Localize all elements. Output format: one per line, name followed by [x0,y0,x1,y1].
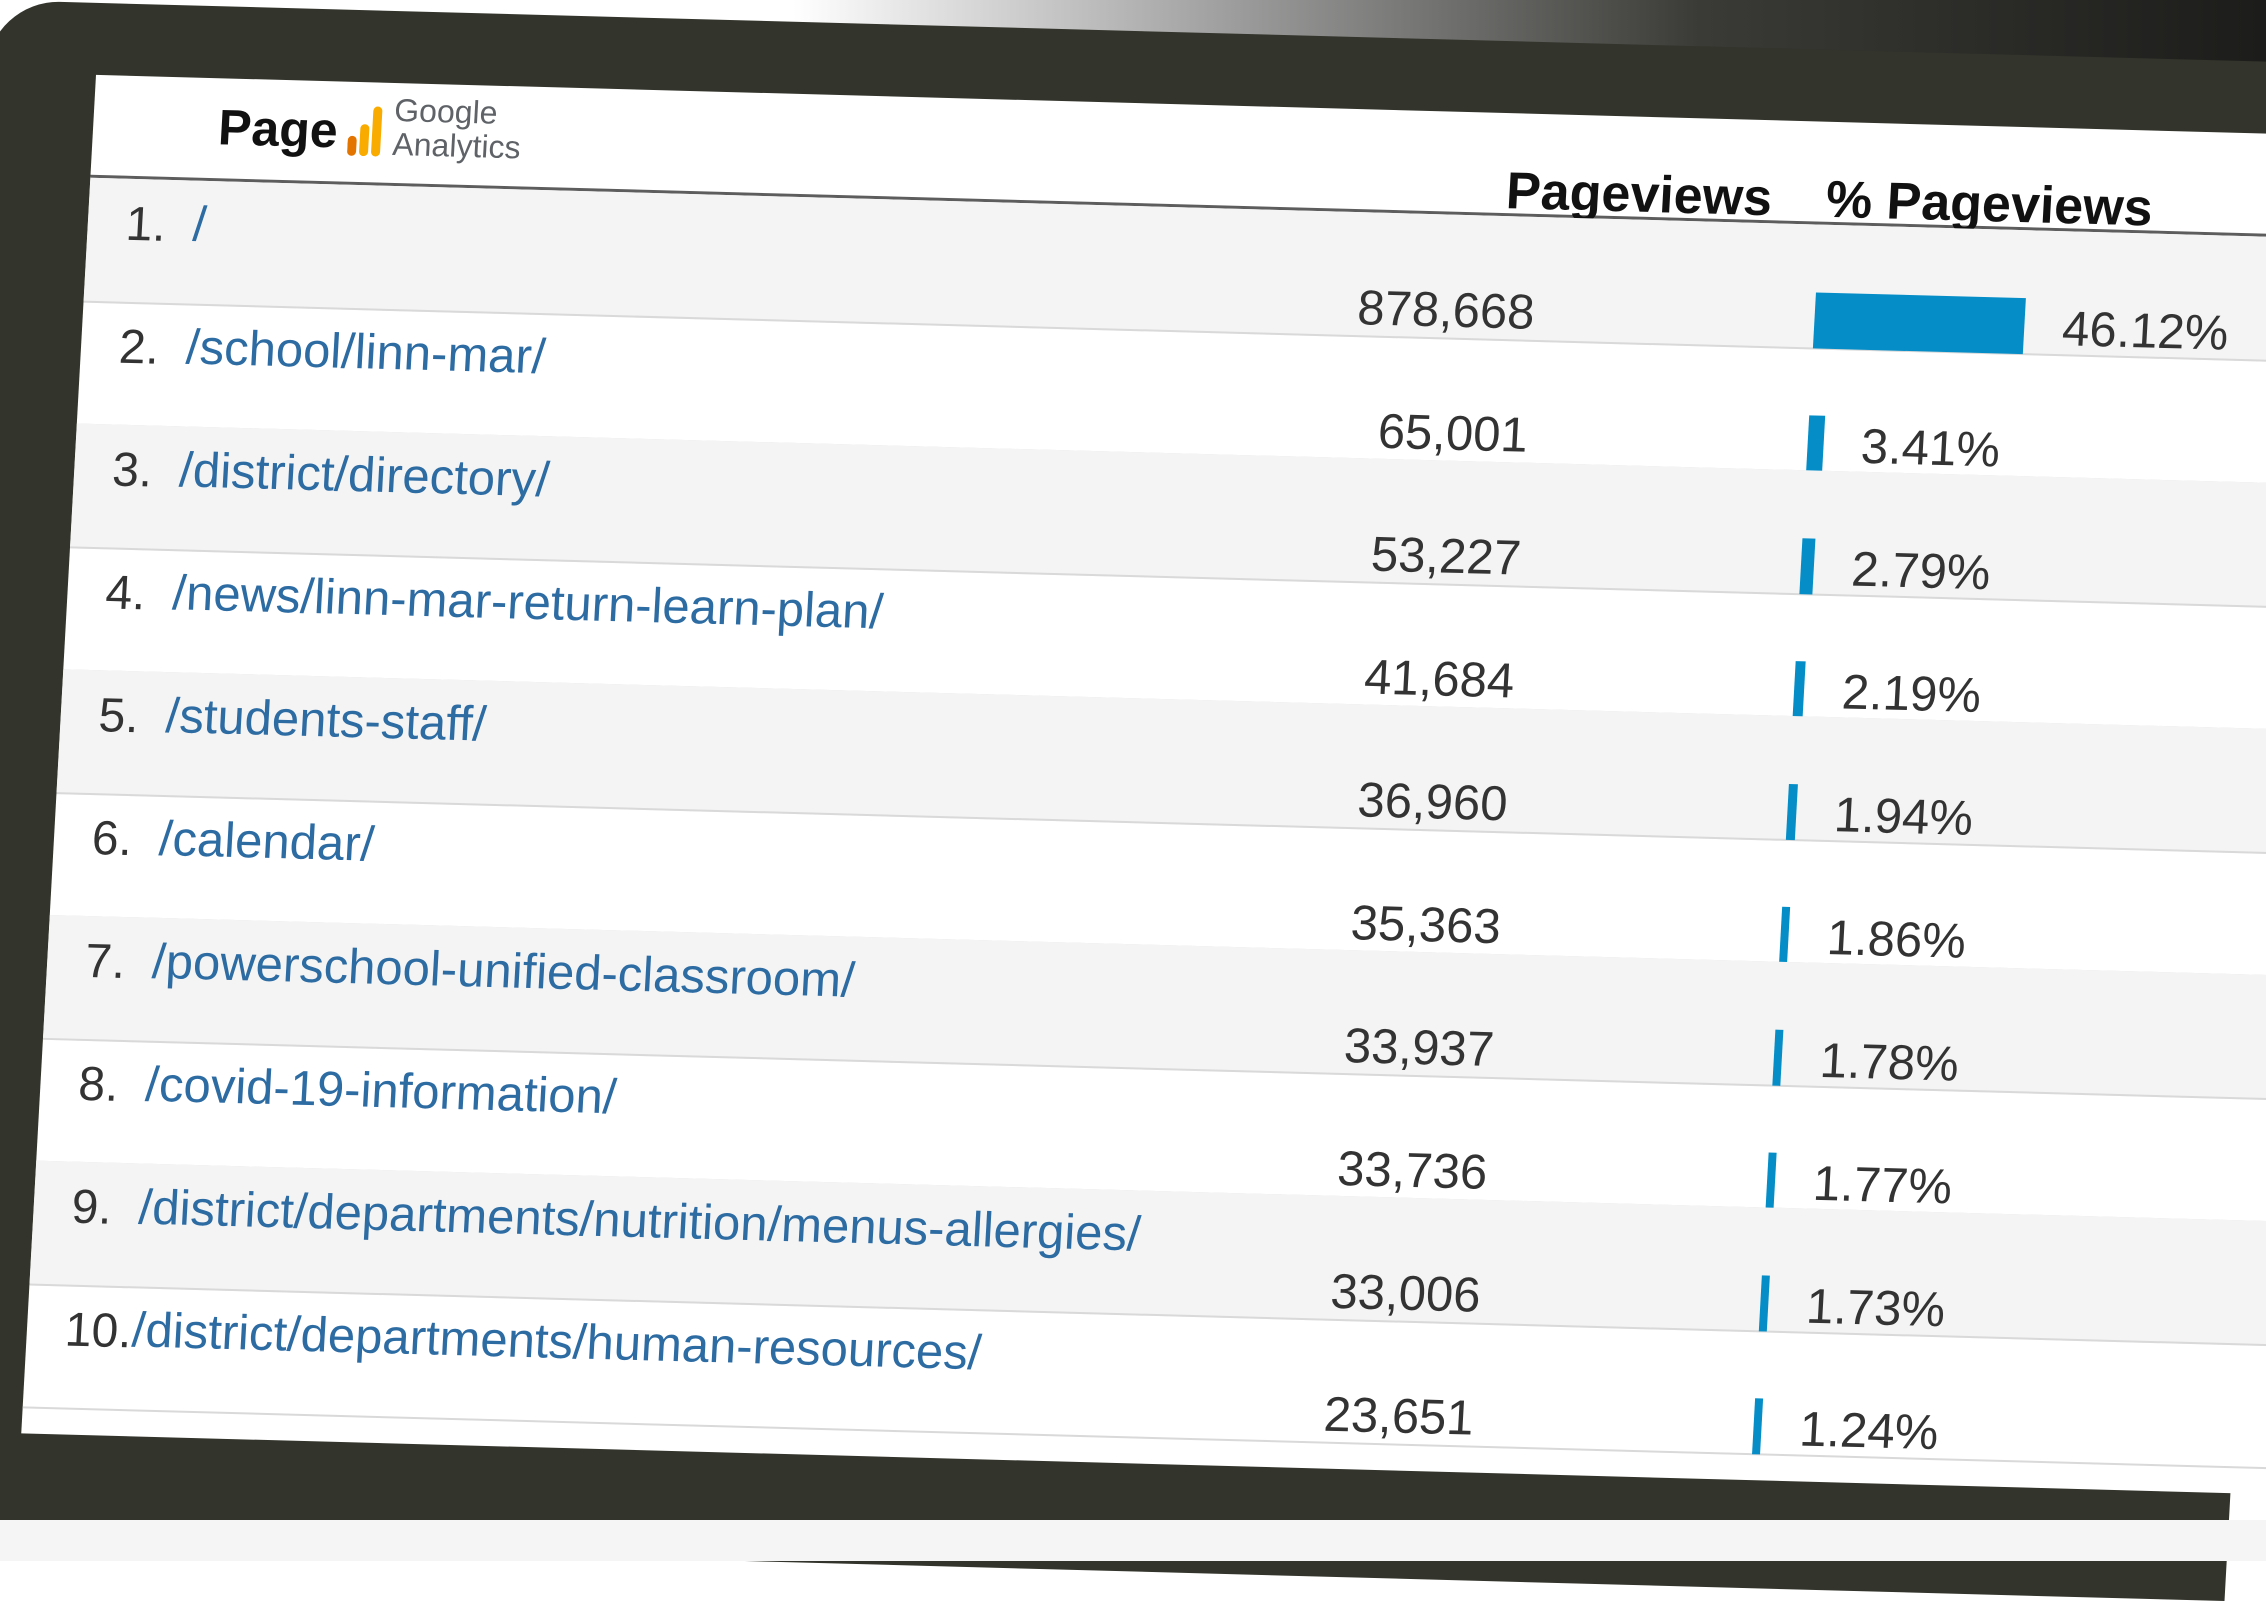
analytics-screen: Page Google Analytics Pageviews % Pagevi… [21,74,2266,1495]
pct-value: 2.19% [1840,665,1983,724]
pct-value: 1.77% [1811,1156,1954,1215]
pageviews-value: 65,001 [1376,404,1530,463]
pct-bar [1772,1029,1784,1086]
pageviews-value: 41,684 [1362,650,1516,709]
page-path-link[interactable]: /district/departments/human-resources/ [130,1302,983,1381]
pageviews-value: 35,363 [1349,896,1503,955]
pageviews-value: 33,937 [1342,1019,1496,1078]
pct-bar [1812,292,2026,355]
bottom-surface [0,1520,2266,1561]
row-rank: 5. [97,689,141,744]
pageviews-value: 33,736 [1335,1141,1489,1200]
row-rank: 3. [110,443,154,498]
pageviews-value: 33,006 [1329,1264,1482,1323]
laptop-frame: Page Google Analytics Pageviews % Pagevi… [0,0,2266,1602]
pct-value: 1.78% [1818,1033,1961,1092]
page-column-header[interactable]: Page [217,98,340,159]
row-rank: 8. [77,1057,120,1112]
pct-value: 1.86% [1825,911,1968,969]
row-rank: 2. [117,320,161,375]
page-path-link[interactable]: /students-staff/ [164,688,487,753]
page-path-link[interactable]: /school/linn-mar/ [185,319,547,385]
pct-bar [1799,538,1816,595]
pct-bar [1752,1398,1764,1455]
row-rank: 4. [104,566,148,621]
row-rank: 6. [90,812,134,867]
pct-bar [1758,1275,1770,1332]
pageviews-value: 53,227 [1369,527,1523,586]
google-analytics-logo-text: Google Analytics [391,91,522,166]
page-path-link[interactable]: /calendar/ [158,811,376,873]
pct-bar [1792,661,1806,718]
pageviews-value: 878,668 [1355,281,1537,340]
page-path-link[interactable]: /news/linn-mar-return-learn-plan/ [171,565,885,640]
row-rank: 9. [70,1180,114,1235]
row-rank: 7. [83,934,127,989]
pct-value: 1.94% [1832,788,1975,846]
pct-bar [1785,783,1798,841]
page-path-link[interactable]: /powerschool-unified-classroom/ [151,934,856,1009]
pct-bar [1765,1152,1777,1209]
pct-value: 3.41% [1859,419,2002,478]
page-path-link[interactable]: /district/directory/ [178,442,551,508]
row-rank: 1. [124,197,168,252]
pct-value: 2.79% [1849,542,1992,601]
pct-bar [1806,415,1825,472]
page-path-link[interactable]: /covid-19-information/ [144,1057,618,1126]
pageviews-value: 23,651 [1322,1387,1476,1446]
pct-value: 1.24% [1797,1402,1940,1461]
page-path-link[interactable]: / [191,197,208,253]
pct-value: 46.12% [2060,302,2230,361]
pct-bar [1779,906,1791,963]
google-analytics-logo-icon [347,106,383,157]
pageviews-value: 36,960 [1356,773,1509,832]
pct-value: 1.73% [1804,1279,1947,1338]
page-path-link[interactable]: /district/departments/nutrition/menus-al… [137,1179,1142,1262]
row-rank: 10. [63,1303,134,1359]
